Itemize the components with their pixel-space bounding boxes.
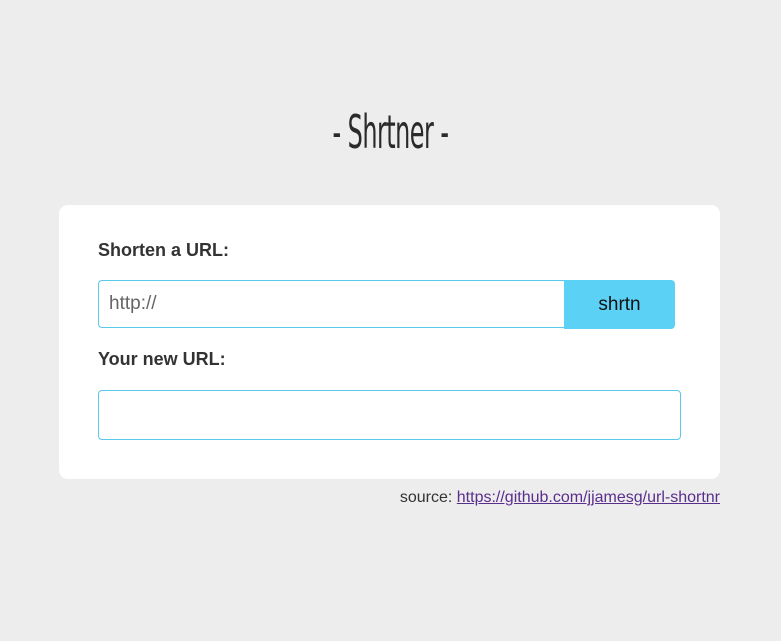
url-input[interactable]: [98, 280, 564, 328]
source-line: source: https://github.com/jjamesg/url-s…: [400, 489, 720, 507]
source-prefix: source:: [399, 489, 453, 506]
shorten-label: Shorten a URL:: [98, 240, 230, 260]
shrtn-button[interactable]: shrtn: [564, 280, 675, 329]
result-url-field[interactable]: [98, 390, 681, 440]
page-title: - Shrtner -: [332, 105, 449, 159]
source-link[interactable]: https://github.com/jjamesg/url-shortnr: [457, 489, 720, 506]
shortener-card: Shorten a URL: shrtn Your new URL:: [59, 205, 720, 479]
result-label: Your new URL:: [98, 349, 226, 369]
